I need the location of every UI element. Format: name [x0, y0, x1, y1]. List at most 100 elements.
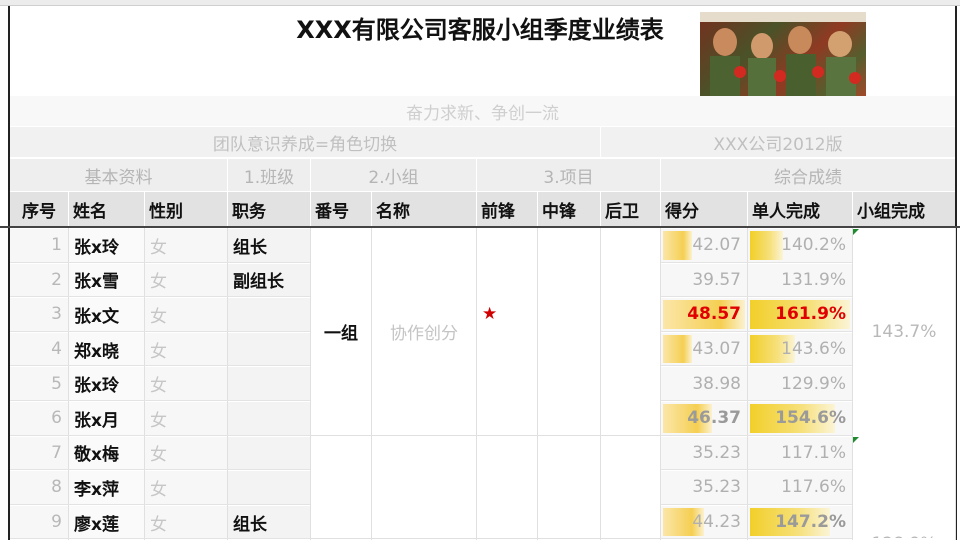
row-score-cell[interactable]: 43.07 — [661, 332, 747, 366]
column-separator — [537, 228, 538, 540]
row-single: 117.1% — [781, 442, 846, 463]
column-separator — [600, 228, 601, 540]
row-name[interactable]: 张x月 — [69, 402, 144, 435]
row-single-cell[interactable]: 154.6% — [748, 402, 852, 435]
row-separator — [10, 469, 310, 471]
column-header-row: 序号 姓名 性别 职务 番号 名称 前锋 中锋 后卫 得分 单人完成 小组完成 — [10, 192, 955, 226]
star-marker-icon: ★ — [482, 304, 498, 325]
row-role[interactable] — [228, 436, 310, 470]
column-header-guard[interactable]: 后卫 — [601, 192, 660, 226]
column-header-seq[interactable]: 序号 — [10, 192, 68, 226]
column-separator — [955, 228, 956, 540]
row-name[interactable]: 敬x梅 — [69, 436, 144, 470]
row-role[interactable] — [228, 332, 310, 366]
section-class: 1.班级 — [228, 159, 310, 191]
column-header-forward[interactable]: 前锋 — [477, 192, 537, 226]
row-single-cell[interactable]: 117.6% — [748, 471, 852, 504]
column-header-score[interactable]: 得分 — [661, 192, 747, 226]
row-seq[interactable]: 1 — [10, 229, 68, 262]
row-gender[interactable]: 女 — [145, 505, 227, 539]
row-role[interactable] — [228, 298, 310, 331]
row-seq[interactable]: 8 — [10, 471, 68, 504]
row-separator — [661, 330, 852, 332]
group-name[interactable]: 客旅 — [372, 436, 476, 539]
row-single-cell[interactable]: 147.2% — [748, 505, 852, 539]
row-name[interactable]: 张x玲 — [69, 367, 144, 400]
row-name[interactable]: 张x文 — [69, 298, 144, 331]
row-gender[interactable]: 女 — [145, 367, 227, 400]
row-single-cell[interactable]: 143.6% — [748, 332, 852, 366]
row-seq[interactable]: 3 — [10, 298, 68, 331]
row-single: 129.9% — [781, 373, 846, 394]
row-score-cell[interactable]: 44.23 — [661, 505, 747, 539]
row-seq[interactable]: 4 — [10, 332, 68, 366]
row-score: 44.23 — [692, 512, 741, 533]
row-score-cell[interactable]: 42.07 — [661, 229, 747, 262]
comment-indicator-icon[interactable] — [853, 436, 859, 443]
row-score-cell[interactable]: 38.98 — [661, 367, 747, 400]
row-single: 143.6% — [781, 339, 846, 360]
row-role[interactable]: 副组长 — [228, 263, 310, 297]
row-seq[interactable]: 7 — [10, 436, 68, 470]
row-separator — [661, 469, 852, 471]
row-score-cell[interactable]: 35.23 — [661, 471, 747, 504]
row-score-cell[interactable]: 48.57 — [661, 298, 747, 331]
row-gender[interactable]: 女 — [145, 402, 227, 435]
row-score-cell[interactable]: 35.23 — [661, 436, 747, 470]
row-gender[interactable]: 女 — [145, 229, 227, 262]
column-header-group-completion[interactable]: 小组完成 — [853, 192, 955, 226]
group-completion[interactable]: 128.9% — [853, 436, 955, 539]
row-name[interactable]: 张x雪 — [69, 263, 144, 297]
group-code[interactable]: 一组 — [311, 229, 371, 435]
row-score-cell[interactable]: 46.37 — [661, 402, 747, 435]
row-gender[interactable]: 女 — [145, 298, 227, 331]
column-header-center[interactable]: 中锋 — [538, 192, 600, 226]
row-gender[interactable]: 女 — [145, 471, 227, 504]
row-single-cell[interactable]: 131.9% — [748, 263, 852, 297]
row-role[interactable] — [228, 367, 310, 400]
row-name[interactable]: 李x萍 — [69, 471, 144, 504]
row-role[interactable]: 组长 — [228, 229, 310, 262]
row-seq[interactable]: 6 — [10, 402, 68, 435]
row-gender[interactable]: 女 — [145, 332, 227, 366]
row-score: 38.98 — [692, 373, 741, 394]
row-gender[interactable]: 女 — [145, 263, 227, 297]
group-code[interactable]: 二组 — [311, 436, 371, 539]
row-separator — [661, 296, 852, 298]
row-seq[interactable]: 2 — [10, 263, 68, 297]
row-name[interactable]: 廖x莲 — [69, 505, 144, 539]
row-separator — [661, 503, 852, 505]
row-score: 46.37 — [687, 408, 741, 429]
column-header-group-name[interactable]: 名称 — [372, 192, 476, 226]
column-header-single-completion[interactable]: 单人完成 — [748, 192, 852, 226]
row-gender[interactable]: 女 — [145, 436, 227, 470]
row-role[interactable] — [228, 402, 310, 435]
row-separator — [661, 400, 852, 401]
column-header-name[interactable]: 姓名 — [69, 192, 144, 226]
row-role[interactable] — [228, 471, 310, 504]
row-name[interactable]: 郑x晓 — [69, 332, 144, 366]
row-role[interactable]: 组长 — [228, 505, 310, 539]
row-single-cell[interactable]: 140.2% — [748, 229, 852, 262]
row-single-cell[interactable]: 117.1% — [748, 436, 852, 470]
row-single: 161.9% — [775, 304, 846, 325]
group-separator — [311, 434, 660, 436]
group-name[interactable]: 协作创分 — [372, 229, 476, 435]
column-separator — [476, 228, 477, 540]
comment-indicator-icon[interactable] — [853, 229, 859, 235]
row-single: 147.2% — [775, 512, 846, 533]
column-header-role[interactable]: 职务 — [228, 192, 310, 226]
column-header-gender[interactable]: 性别 — [145, 192, 227, 226]
group-completion[interactable]: 143.7% — [853, 229, 955, 435]
row-seq[interactable]: 5 — [10, 367, 68, 400]
row-name[interactable]: 张x玲 — [69, 229, 144, 262]
column-header-code[interactable]: 番号 — [311, 192, 371, 226]
row-single-cell[interactable]: 161.9% — [748, 298, 852, 331]
team-motto: 团队意识养成=角色切换 — [10, 127, 600, 157]
row-separator — [661, 538, 852, 540]
row-separator — [10, 261, 310, 263]
row-seq[interactable]: 9 — [10, 505, 68, 539]
row-score-cell[interactable]: 39.57 — [661, 263, 747, 297]
row-single: 131.9% — [781, 269, 846, 290]
row-single-cell[interactable]: 129.9% — [748, 367, 852, 400]
